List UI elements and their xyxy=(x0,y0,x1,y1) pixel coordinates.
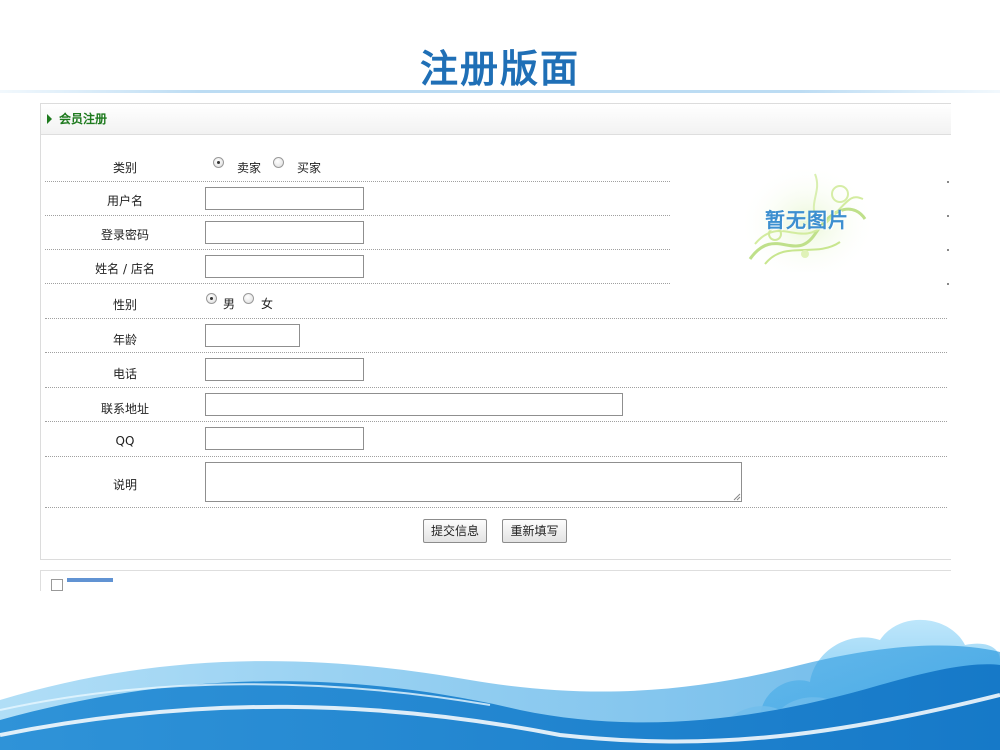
radio-male-label: 男 xyxy=(223,297,236,311)
row-end-mark xyxy=(947,181,949,183)
triangle-right-icon xyxy=(47,114,52,124)
description-label: 说明 xyxy=(112,478,137,492)
form-row-phone: 电话 xyxy=(45,352,947,388)
address-input[interactable] xyxy=(205,393,623,416)
radio-buyer-label: 买家 xyxy=(297,161,322,175)
password-label: 登录密码 xyxy=(100,228,149,242)
submit-button[interactable]: 提交信息 xyxy=(423,519,487,543)
age-label: 年龄 xyxy=(112,333,137,347)
radio-seller-label: 卖家 xyxy=(237,161,262,175)
form-row-password: 登录密码 xyxy=(45,215,670,250)
age-input[interactable] xyxy=(205,324,300,347)
radio-seller[interactable] xyxy=(213,157,224,168)
sky-wave-decoration xyxy=(0,619,1000,750)
username-label: 用户名 xyxy=(106,194,143,208)
gender-label: 性别 xyxy=(112,298,137,312)
form-row-description: 说明 xyxy=(45,456,947,508)
form-row-address: 联系地址 xyxy=(45,387,947,422)
row-end-mark xyxy=(947,249,949,251)
category-label: 类别 xyxy=(112,161,137,175)
slide-title: 注册版面 xyxy=(419,47,580,91)
username-input[interactable] xyxy=(205,187,364,210)
no-image-placeholder: 暂无图片 xyxy=(745,164,870,272)
row-end-mark xyxy=(947,283,949,285)
radio-female-label: 女 xyxy=(261,297,274,311)
radio-female[interactable] xyxy=(243,293,254,304)
form-row-gender: 性别 男 女 xyxy=(45,283,947,319)
description-textarea[interactable] xyxy=(205,462,742,502)
no-image-text: 暂无图片 xyxy=(765,208,849,232)
form-row-category: 类别 卖家 买家 xyxy=(45,144,670,182)
form-row-username: 用户名 xyxy=(45,181,670,216)
panel-header: 会员注册 xyxy=(41,104,951,135)
phone-label: 电话 xyxy=(112,367,137,381)
radio-male[interactable] xyxy=(206,293,217,304)
radio-buyer[interactable] xyxy=(273,157,284,168)
form-row-age: 年龄 xyxy=(45,318,947,353)
qq-label: QQ xyxy=(115,434,135,448)
panel-header-title: 会员注册 xyxy=(59,112,108,126)
registration-panel: 会员注册 类别 卖家 买家 用户名 登录密码 姓名 / 店名 暂无图片 性别 男… xyxy=(40,103,951,560)
row-end-mark xyxy=(947,215,949,217)
password-input[interactable] xyxy=(205,221,364,244)
phone-input[interactable] xyxy=(205,358,364,381)
title-divider xyxy=(0,90,1000,93)
form-row-name: 姓名 / 店名 xyxy=(45,249,670,284)
address-label: 联系地址 xyxy=(100,402,149,416)
resize-grip-icon[interactable] xyxy=(733,493,741,501)
form-row-qq: QQ xyxy=(45,421,947,457)
name-label: 姓名 / 店名 xyxy=(95,262,155,276)
name-input[interactable] xyxy=(205,255,364,278)
qq-input[interactable] xyxy=(205,427,364,450)
reset-button[interactable]: 重新填写 xyxy=(502,519,567,543)
